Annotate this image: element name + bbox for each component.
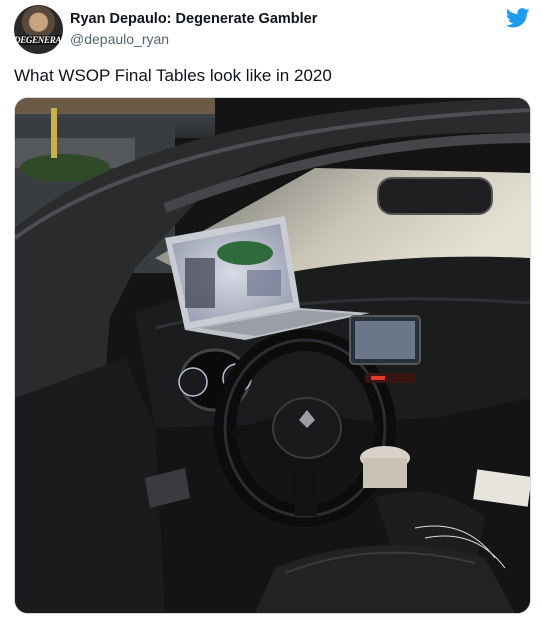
car-interior-photo [15,98,530,613]
avatar-logo-text: DEGENERATE [14,35,63,45]
author-display-name[interactable]: Ryan Depaulo: Degenerate Gambler [70,11,317,27]
tweet-photo[interactable] [14,97,531,614]
avatar[interactable]: DEGENERATE [14,5,63,54]
twitter-bird-icon[interactable] [506,8,530,28]
tweet-text: What WSOP Final Tables look like in 2020 [14,66,332,85]
author-handle[interactable]: @depaulo_ryan [70,31,169,47]
tweet-card: DEGENERATE Ryan Depaulo: Degenerate Gamb… [0,0,542,619]
